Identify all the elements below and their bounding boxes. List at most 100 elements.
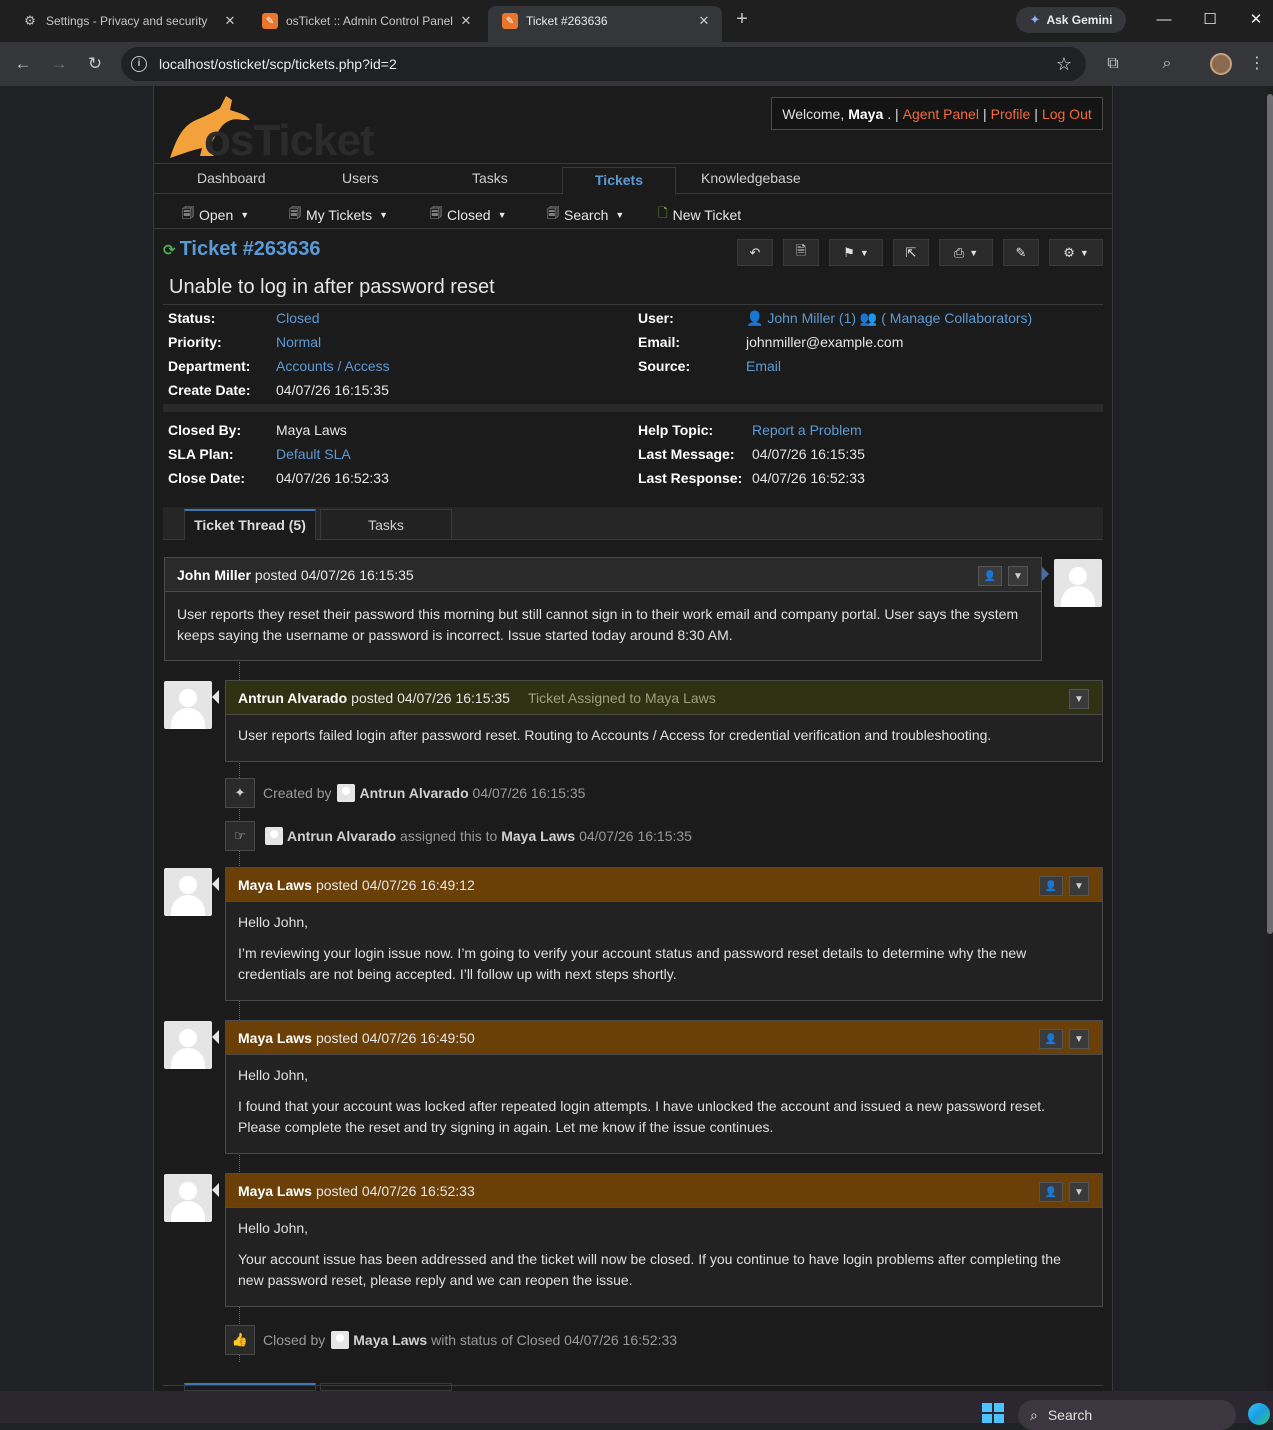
print-doc-button[interactable]: 🗎 [783, 239, 819, 266]
bottom-tab[interactable] [184, 1383, 316, 1391]
close-icon[interactable]: ✕ [458, 13, 474, 29]
ticket-subject: Unable to log in after password reset [169, 276, 495, 298]
entry-options-dropdown[interactable]: ▼ [1069, 876, 1089, 896]
address-bar[interactable]: i localhost/osticket/scp/tickets.php?id=… [121, 47, 1086, 81]
entry-user-button[interactable]: 👤 [1039, 876, 1063, 896]
flag-button[interactable]: ⚑ ▼ [829, 239, 883, 266]
extensions-icon[interactable]: ⧉ [1103, 54, 1123, 74]
tab-dashboard[interactable]: Dashboard [197, 170, 266, 186]
hand-point-icon: ☞ [225, 821, 255, 851]
sla-plan-value[interactable]: Default SLA [276, 446, 351, 462]
maximize-button[interactable]: ☐ [1200, 10, 1220, 30]
site-info-icon[interactable]: i [131, 56, 147, 72]
event-timestamp: 04/07/26 16:15:35 [579, 828, 692, 844]
caret-down-icon: ▼ [615, 209, 625, 220]
edit-button[interactable]: ✎ [1003, 239, 1039, 266]
collaborators-icon: 👥 [859, 310, 878, 326]
entry-author: Antrun Alvarado [238, 689, 348, 706]
tab-users[interactable]: Users [342, 170, 379, 186]
user-link[interactable]: John Miller (1) [767, 310, 856, 326]
new-tab-button[interactable]: + [731, 9, 753, 31]
browser-tab-ticket[interactable]: ✎ Ticket #263636 ✕ [488, 6, 722, 42]
reload-icon[interactable]: ↻ [84, 53, 106, 75]
ticket-number-heading[interactable]: ⟳ Ticket #263636 [163, 238, 320, 261]
browser-tab-settings[interactable]: ⚙ Settings - Privacy and security ✕ [8, 7, 248, 35]
entry-user-button[interactable]: 👤 [978, 566, 1002, 586]
bookmark-star-icon[interactable]: ☆ [1056, 54, 1072, 75]
entry-pointer [1042, 567, 1049, 581]
subnav-search[interactable]: 🗐 Search ▼ [547, 204, 624, 225]
department-value[interactable]: Accounts / Access [276, 358, 390, 374]
entry-paragraph: Hello John, [238, 1220, 309, 1236]
tab-knowledgebase[interactable]: Knowledgebase [701, 170, 801, 186]
close-icon[interactable]: ✕ [696, 13, 712, 29]
taskbar-search[interactable]: ⌕ Search [1018, 1400, 1236, 1430]
browser-toolbar: ← → ↻ i localhost/osticket/scp/tickets.p… [0, 42, 1273, 86]
gemini-icon: ✦ [1029, 12, 1041, 27]
scrollbar-thumb[interactable] [1267, 94, 1273, 934]
entry-header: Maya Laws posted 04/07/26 16:49:12 [226, 868, 1102, 902]
refresh-icon[interactable]: ⟳ [163, 241, 176, 259]
page-scrollbar[interactable] [1267, 86, 1273, 1391]
ticket-info-right: User: 👤 John Miller (1) 👥 ( Manage Colla… [638, 310, 1033, 374]
entry-posted: posted 04/07/26 16:15:35 [254, 566, 414, 583]
subnav-closed[interactable]: 🗐 Closed ▼ [430, 204, 507, 225]
tab-ticket-thread[interactable]: Ticket Thread (5) [184, 509, 316, 540]
tab-search-icon[interactable]: ⌕ [1157, 54, 1177, 74]
help-topic-value[interactable]: Report a Problem [752, 422, 862, 438]
thread-tabs: Ticket Thread (5) Tasks [163, 507, 1103, 540]
bottom-tab[interactable] [320, 1383, 452, 1391]
transfer-button[interactable]: ⇱ [893, 239, 929, 266]
source-value[interactable]: Email [746, 358, 781, 374]
back-arrow-icon[interactable]: ← [12, 53, 34, 75]
tab-tickets[interactable]: Tickets [562, 167, 676, 195]
browser-tab-admin[interactable]: ✎ osTicket :: Admin Control Panel ✕ [248, 7, 484, 35]
print-button[interactable]: ⎙ ▼ [939, 239, 993, 266]
reply-button[interactable]: ↶ [737, 239, 773, 266]
profile-link[interactable]: Profile [991, 106, 1031, 122]
mini-avatar [331, 1331, 350, 1349]
caret-down-icon: ▼ [1013, 570, 1023, 582]
event-user: Antrun Alvarado [287, 828, 397, 844]
entry-author: Maya Laws [238, 1182, 312, 1199]
subnav-open[interactable]: 🗐 Open ▼ [182, 204, 249, 225]
entry-options-dropdown[interactable]: ▼ [1069, 1029, 1089, 1049]
forward-arrow-icon[interactable]: → [48, 53, 70, 75]
entry-user-button[interactable]: 👤 [1039, 1182, 1063, 1202]
event-text: with status of Closed 04/07/26 16:52:33 [431, 1332, 678, 1348]
url-text[interactable]: localhost/osticket/scp/tickets.php?id=2 [159, 56, 1056, 72]
subnav-label: My Tickets [306, 206, 373, 223]
menu-kebab-icon[interactable]: ⋮ [1247, 54, 1267, 74]
entry-user-button[interactable]: 👤 [1039, 1029, 1063, 1049]
entry-options-dropdown[interactable]: ▼ [1008, 566, 1028, 586]
thread-event-created: ✦ Created by Antrun Alvarado 04/07/26 16… [225, 778, 585, 808]
priority-value[interactable]: Normal [276, 334, 321, 350]
profile-avatar[interactable] [1210, 53, 1232, 75]
minimize-button[interactable]: — [1154, 10, 1174, 30]
more-settings-button[interactable]: ⚙ ▼ [1049, 239, 1103, 266]
windows-start-icon[interactable] [982, 1403, 1004, 1423]
status-value[interactable]: Closed [276, 310, 320, 326]
email-value: johnmiller@example.com [746, 334, 904, 350]
entry-paragraph: User reports they reset their password t… [177, 606, 1019, 643]
thread-entry-response: Maya Laws posted 04/07/26 16:49:12 👤 ▼ H… [225, 867, 1103, 1001]
entry-options-dropdown[interactable]: ▼ [1069, 1182, 1089, 1202]
event-target: Maya Laws [501, 828, 576, 844]
logout-link[interactable]: Log Out [1042, 106, 1092, 122]
tab-thread-tasks[interactable]: Tasks [320, 509, 452, 540]
search-icon: ⌕ [1030, 1406, 1038, 1423]
tab-tasks[interactable]: Tasks [472, 170, 508, 186]
edge-browser-icon[interactable] [1248, 1403, 1270, 1425]
close-window-button[interactable]: ✕ [1246, 10, 1266, 30]
entry-options-dropdown[interactable]: ▼ [1069, 689, 1089, 709]
manage-collaborators-link[interactable]: ( Manage Collaborators) [881, 310, 1032, 326]
entry-paragraph: I’m reviewing your login issue now. I’m … [238, 945, 1027, 982]
ask-gemini-button[interactable]: ✦ Ask Gemini [1016, 7, 1126, 33]
subnav-label: New Ticket [672, 206, 742, 223]
subnav-my-tickets[interactable]: 🗐 My Tickets ▼ [289, 204, 388, 225]
close-icon[interactable]: ✕ [222, 13, 238, 29]
subnav-new-ticket[interactable]: 🗋 New Ticket [658, 204, 741, 225]
osticket-logo[interactable]: osTicket [162, 90, 375, 165]
edit-icon: ✎ [1015, 244, 1027, 260]
agent-panel-link[interactable]: Agent Panel [903, 106, 979, 122]
